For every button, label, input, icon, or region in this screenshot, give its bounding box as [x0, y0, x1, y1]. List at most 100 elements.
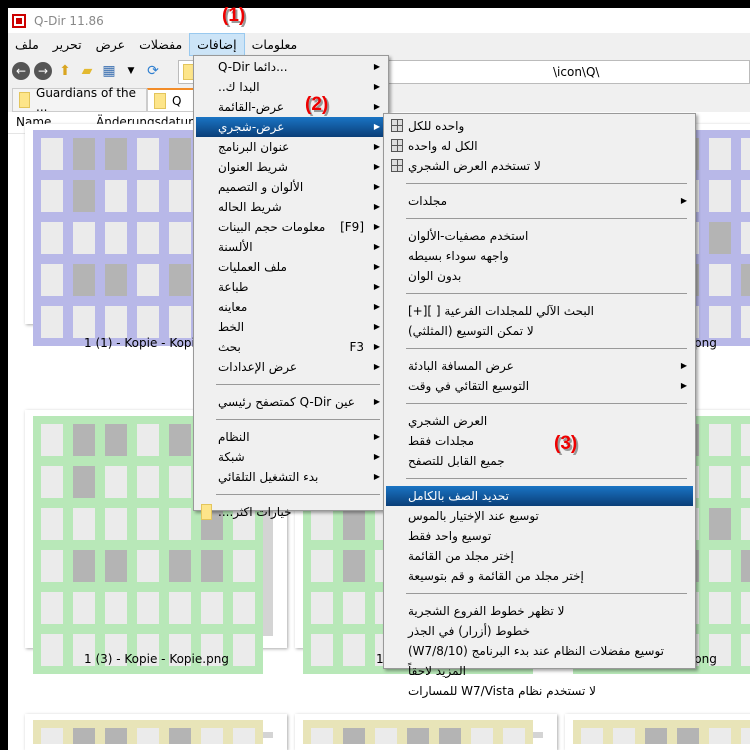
- thumbnail-cell: [311, 634, 333, 666]
- thumbnail-cell: [741, 264, 750, 296]
- menu-item[interactable]: البدا ك.. ▶: [196, 77, 386, 97]
- menu-item-label: واحده للكل: [408, 119, 465, 133]
- menu-item[interactable]: استخدم مصفيات-الألوان: [386, 226, 693, 246]
- file-caption[interactable]: 1 (3) - Kopie - Kopie.png: [84, 652, 229, 666]
- menu-item[interactable]: الكل له واحده: [386, 136, 693, 156]
- tree-grid-icon: [391, 159, 403, 172]
- menu-item[interactable]: ملف العمليات ▶: [196, 257, 386, 277]
- forward-icon[interactable]: →: [34, 62, 52, 80]
- menu-item[interactable]: توسيع عند الإختيار بالموس: [386, 506, 693, 526]
- thumbnail-card[interactable]: [295, 714, 557, 750]
- menu-item[interactable]: الألوان و التصميم ▶: [196, 177, 386, 197]
- view-dropdown-icon[interactable]: ▼: [122, 63, 140, 79]
- file-caption[interactable]: png: [694, 652, 717, 666]
- submenu-arrow-icon: ▶: [373, 202, 380, 211]
- menu-item-label: إختر مجلد من القائمة و قم بتوسيعة: [408, 569, 584, 583]
- menu-item[interactable]: خطوط (أزرار) في الجذر: [386, 621, 693, 641]
- menu-item[interactable]: لا تظهر خطوط الفروع الشجرية: [386, 601, 693, 621]
- menu-item[interactable]: بحث F3 ▶: [196, 337, 386, 357]
- menu-item[interactable]: عرض الإعدادات ▶: [196, 357, 386, 377]
- tab-guardians[interactable]: Guardians of the ...: [12, 86, 147, 114]
- file-caption[interactable]: png: [694, 336, 717, 350]
- thumbnail-cell: [709, 592, 731, 624]
- menu-item[interactable]: الألسنة ▶: [196, 237, 386, 257]
- thumbnail-image: [303, 720, 533, 744]
- thumbnail-cell: [41, 728, 63, 744]
- menu-item[interactable]: عين Q-Dir كمتصفح رئيسي ▶: [196, 392, 386, 412]
- thumbnail-cell: [169, 592, 191, 624]
- view-mode-icon[interactable]: ▦: [100, 63, 118, 79]
- menu-item[interactable]: بدء التشغيل التلقائي ▶: [196, 467, 386, 487]
- menu-item-label: شبكة: [218, 450, 245, 464]
- tab-q[interactable]: Q: [147, 88, 197, 112]
- menu-item[interactable]: البحث الآلي للمجلدات الفرعية [ ][+]: [386, 301, 693, 321]
- menu-favorites[interactable]: مفضلات: [132, 33, 189, 56]
- tree-view-submenu: واحده للكل الكل له واحده لا تستخدم العرض ا…: [383, 113, 696, 698]
- menu-item[interactable]: النظام ▶: [196, 427, 386, 447]
- thumbnail-cell: [741, 306, 750, 338]
- menu-item[interactable]: بدون الوان: [386, 266, 693, 286]
- menu-item[interactable]: واحده للكل: [386, 116, 693, 136]
- menu-item[interactable]: (W7/8/10) توسيع مفضلات النظام عند بدء ال…: [386, 641, 693, 661]
- submenu-arrow-icon: ▶: [373, 302, 380, 311]
- thumbnail-cell: [201, 728, 223, 744]
- menu-item-label: العرض الشجري: [408, 414, 488, 428]
- tree-grid-icon: [391, 139, 403, 152]
- menu-item[interactable]: تحديد الصف بالكامل: [386, 486, 693, 506]
- menu-edit[interactable]: تحرير: [46, 33, 89, 56]
- menu-item[interactable]: عرض المسافة البادئة ▶: [386, 356, 693, 376]
- menu-item[interactable]: لا تمكن التوسيع (المثلثي): [386, 321, 693, 341]
- thumbnail-cell: [169, 138, 191, 170]
- menu-item[interactable]: توسيع واحد فقط: [386, 526, 693, 546]
- up-folder-icon[interactable]: ⬆: [56, 63, 74, 79]
- menu-item[interactable]: لا تستخدم العرض الشجري: [386, 156, 693, 176]
- back-icon[interactable]: ←: [12, 62, 30, 80]
- thumbnail-cell: [41, 306, 63, 338]
- menu-item[interactable]: إختر مجلد من القائمة: [386, 546, 693, 566]
- thumbnail-cell: [709, 424, 731, 456]
- menu-item[interactable]: شبكة ▶: [196, 447, 386, 467]
- menu-extras[interactable]: إضافات: [189, 33, 245, 56]
- thumbnail-cell: [105, 306, 127, 338]
- menu-item[interactable]: العرض الشجري: [386, 411, 693, 431]
- refresh-icon[interactable]: ⟳: [144, 63, 162, 79]
- menu-item[interactable]: عرض-شجري ▶: [196, 117, 386, 137]
- thumbnail-cell: [233, 728, 255, 744]
- submenu-arrow-icon: ▶: [373, 342, 380, 351]
- submenu-arrow-icon: ▶: [373, 472, 380, 481]
- thumbnail-cell: [741, 728, 750, 744]
- menu-item[interactable]: لا تستخدم نظام W7/Vista للمسارات: [386, 681, 693, 701]
- menu-view[interactable]: عرض: [89, 33, 132, 56]
- new-folder-icon[interactable]: ▰: [78, 63, 96, 79]
- menu-item[interactable]: واجهه سوداء بسيطه: [386, 246, 693, 266]
- submenu-arrow-icon: ▶: [373, 322, 380, 331]
- menu-info[interactable]: معلومات: [245, 33, 305, 56]
- menu-item-label: خطوط (أزرار) في الجذر: [408, 624, 530, 638]
- thumbnail-cell: [105, 550, 127, 582]
- submenu-arrow-icon: ▶: [373, 432, 380, 441]
- menu-item[interactable]: عنوان البرنامج ▶: [196, 137, 386, 157]
- menu-item[interactable]: معلومات حجم البينات [F9] ▶: [196, 217, 386, 237]
- menu-item[interactable]: جميع القابل للتصفح: [386, 451, 693, 471]
- menu-item[interactable]: شريط الحاله ▶: [196, 197, 386, 217]
- menu-item[interactable]: خيارات اكثر....: [196, 502, 386, 522]
- menu-file[interactable]: ملف: [8, 33, 46, 56]
- menu-item[interactable]: مجلدات ▶: [386, 191, 693, 211]
- thumbnail-cell: [677, 728, 699, 744]
- menu-item[interactable]: معاينه ▶: [196, 297, 386, 317]
- menu-item[interactable]: مجلدات فقط: [386, 431, 693, 451]
- menu-item[interactable]: إختر مجلد من القائمة و قم بتوسيعة: [386, 566, 693, 586]
- thumbnail-cell: [233, 550, 255, 582]
- menu-item[interactable]: المزيد لاحقاً: [386, 661, 693, 681]
- thumbnail-card[interactable]: [25, 714, 287, 750]
- menu-item-label: Q-Dir دائما...: [218, 60, 288, 74]
- thumbnail-card[interactable]: [565, 714, 750, 750]
- thumbnail-cell: [741, 550, 750, 582]
- menu-item[interactable]: الخط ▶: [196, 317, 386, 337]
- menu-item[interactable]: التوسيع التقائي في وقت ▶: [386, 376, 693, 396]
- menu-item[interactable]: شريط العنوان ▶: [196, 157, 386, 177]
- tab-label: Q: [172, 93, 182, 108]
- menu-item[interactable]: Q-Dir دائما... ▶: [196, 57, 386, 77]
- menu-item[interactable]: طباعة ▶: [196, 277, 386, 297]
- menu-item[interactable]: عرض-القائمة ▶: [196, 97, 386, 117]
